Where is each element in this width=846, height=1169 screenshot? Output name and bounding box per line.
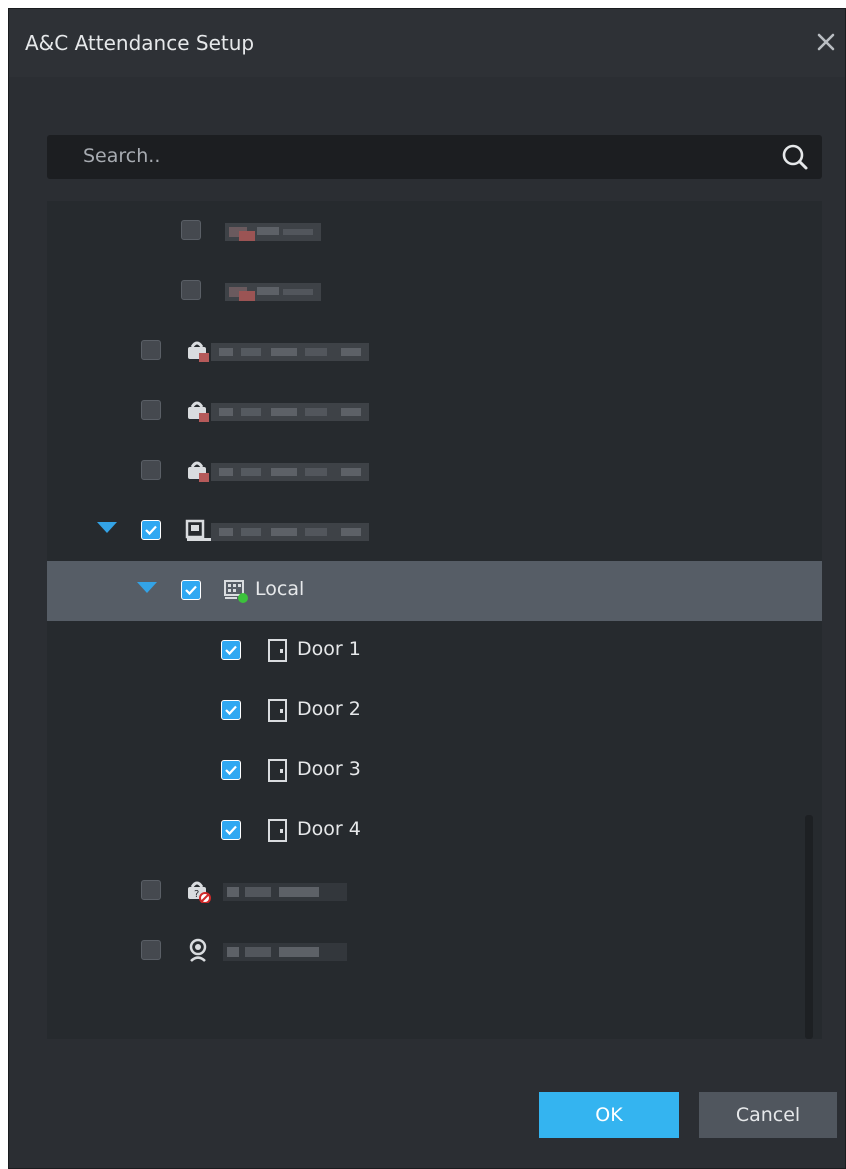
tree-row-door[interactable]: Door 1 — [47, 621, 822, 681]
row-checkbox[interactable] — [141, 340, 161, 360]
door-label: Door 4 — [297, 818, 361, 840]
row-checkbox[interactable] — [181, 580, 201, 600]
door-icon — [268, 819, 287, 842]
door-icon — [268, 639, 287, 662]
device-icon — [185, 519, 211, 541]
row-checkbox[interactable] — [181, 220, 201, 240]
redacted-label — [211, 463, 369, 481]
title-bar: A&C Attendance Setup — [9, 9, 845, 77]
door-label: Door 3 — [297, 758, 361, 780]
redacted-label — [223, 943, 347, 961]
tree-row[interactable] — [47, 381, 822, 441]
local-label: Local — [255, 578, 305, 600]
device-icon — [188, 341, 209, 362]
redacted-label — [211, 403, 369, 421]
row-checkbox[interactable] — [141, 520, 161, 540]
tree-row-local[interactable]: Local — [47, 561, 822, 621]
device-icon — [188, 461, 209, 482]
search-box[interactable]: Search.. — [47, 135, 822, 179]
tree-row[interactable] — [47, 501, 822, 561]
tree-row[interactable] — [47, 321, 822, 381]
checkmark-icon — [145, 525, 157, 536]
expand-arrow-icon[interactable] — [137, 582, 157, 593]
ok-button[interactable]: OK — [539, 1092, 679, 1138]
checkmark-icon — [225, 765, 237, 776]
redacted-label — [225, 223, 321, 241]
device-tree: Local Door 1 Door 2 Door 3 Door 4 ? — [47, 201, 822, 1039]
attendance-setup-dialog: A&C Attendance Setup Search.. Local Door… — [8, 8, 846, 1169]
row-checkbox[interactable] — [221, 820, 241, 840]
tree-row[interactable] — [47, 921, 822, 981]
row-checkbox[interactable] — [141, 460, 161, 480]
row-checkbox[interactable] — [141, 880, 161, 900]
offline-device-icon: ? — [188, 881, 211, 903]
search-input[interactable]: Search.. — [83, 145, 160, 167]
redacted-label — [211, 523, 369, 541]
search-icon[interactable] — [780, 142, 810, 172]
row-checkbox[interactable] — [221, 760, 241, 780]
tree-row[interactable] — [47, 201, 822, 261]
tree-scrollbar[interactable] — [805, 815, 813, 1039]
tree-row-door[interactable]: Door 4 — [47, 801, 822, 861]
dialog-title: A&C Attendance Setup — [25, 31, 255, 55]
tree-row[interactable]: ? — [47, 861, 822, 921]
tree-row-door[interactable]: Door 2 — [47, 681, 822, 741]
expand-arrow-icon[interactable] — [97, 522, 117, 533]
tree-row[interactable] — [47, 261, 822, 321]
cancel-button[interactable]: Cancel — [699, 1092, 837, 1138]
row-checkbox[interactable] — [141, 400, 161, 420]
row-checkbox[interactable] — [141, 940, 161, 960]
svg-text:?: ? — [194, 889, 199, 900]
door-icon — [268, 699, 287, 722]
door-icon — [268, 759, 287, 782]
checkmark-icon — [225, 825, 237, 836]
checkmark-icon — [185, 585, 197, 596]
access-controller-icon — [224, 580, 248, 603]
row-checkbox[interactable] — [221, 700, 241, 720]
tree-row[interactable] — [47, 441, 822, 501]
redacted-label — [223, 883, 347, 901]
checkmark-icon — [225, 645, 237, 656]
door-label: Door 2 — [297, 698, 361, 720]
row-checkbox[interactable] — [221, 640, 241, 660]
checkmark-icon — [225, 705, 237, 716]
redacted-label — [211, 343, 369, 361]
redacted-label — [225, 283, 321, 301]
close-icon[interactable] — [811, 27, 841, 57]
row-checkbox[interactable] — [181, 280, 201, 300]
door-label: Door 1 — [297, 638, 361, 660]
tree-row-door[interactable]: Door 3 — [47, 741, 822, 801]
camera-icon — [189, 938, 207, 962]
device-icon — [188, 401, 209, 422]
